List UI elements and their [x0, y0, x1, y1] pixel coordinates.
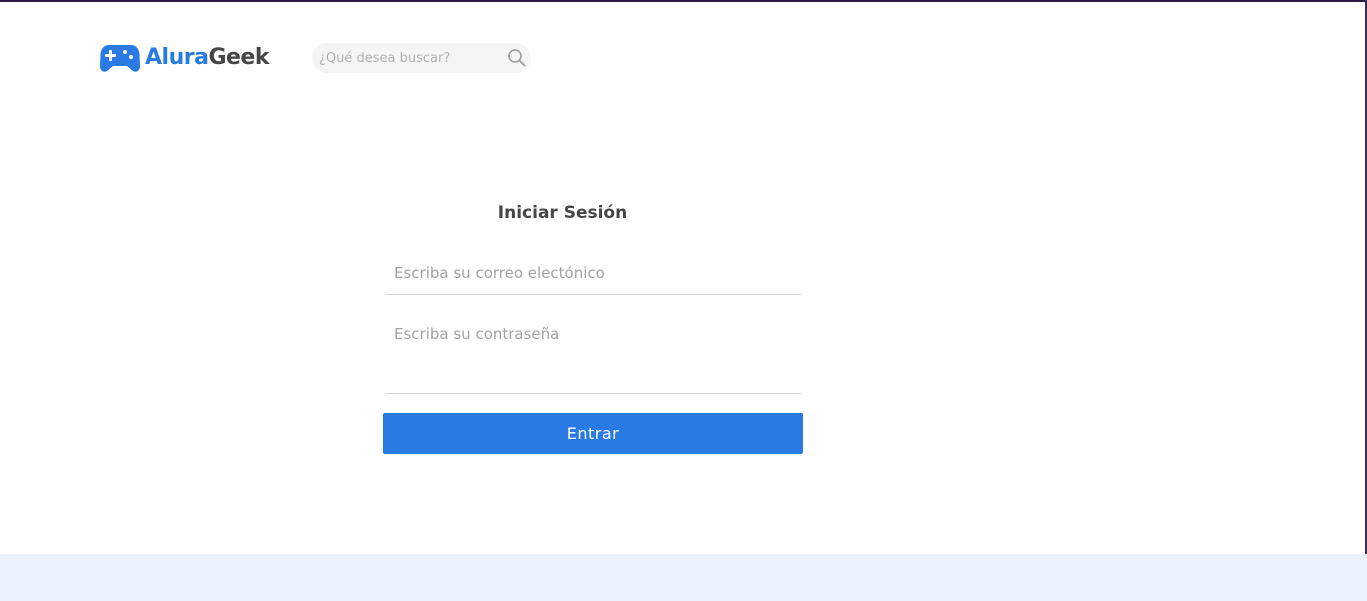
login-submit-button[interactable]: Entrar — [383, 413, 803, 454]
logo-wordmark: AluraGeek — [145, 43, 269, 73]
email-field[interactable] — [385, 257, 801, 289]
footer-band — [0, 554, 1367, 601]
window-top-border — [0, 0, 1367, 2]
password-field[interactable] — [385, 318, 801, 350]
logo-text-primary: Alura — [145, 45, 209, 70]
search-icon[interactable] — [507, 48, 526, 67]
password-field-container — [385, 318, 801, 394]
search-input[interactable] — [319, 44, 499, 72]
gamepad-icon — [100, 44, 140, 72]
login-title: Iniciar Sesión — [497, 203, 628, 223]
logo-link[interactable]: AluraGeek — [100, 43, 269, 73]
search-bar — [312, 43, 531, 73]
page: AluraGeek Iniciar Sesión Entrar — [0, 0, 1367, 601]
logo-text-secondary: Geek — [208, 45, 269, 70]
email-field-container — [385, 257, 801, 295]
